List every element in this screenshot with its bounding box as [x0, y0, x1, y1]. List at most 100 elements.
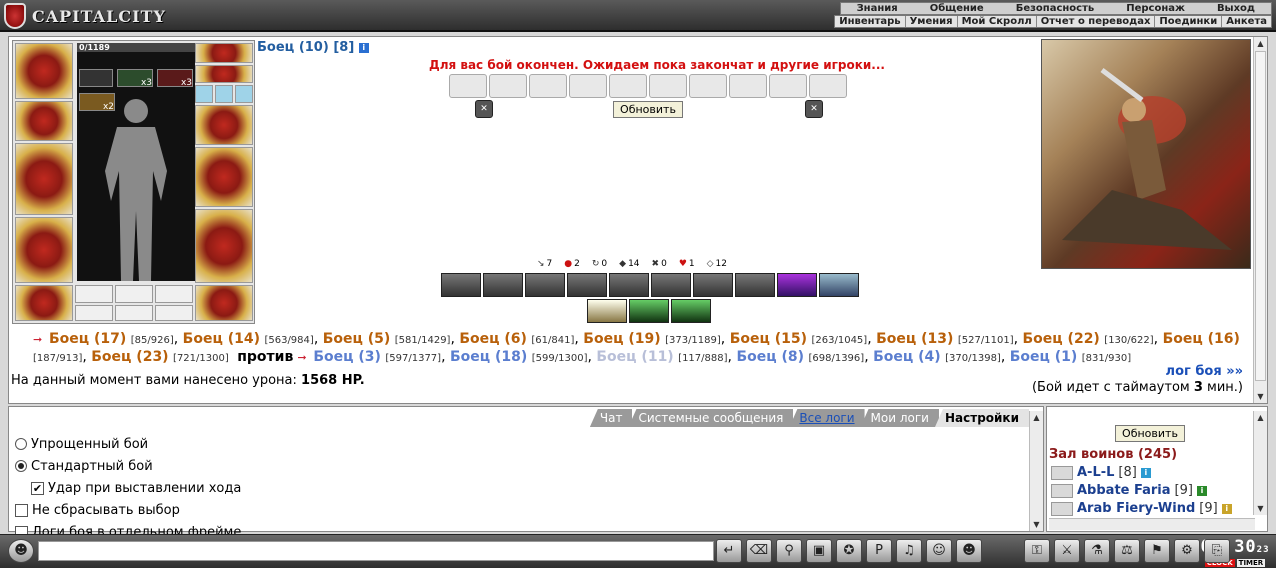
skill-button[interactable]	[819, 273, 859, 297]
scroll-slot[interactable]	[449, 74, 487, 98]
footer-9-icon[interactable]: ⚿	[1024, 539, 1050, 563]
subnav-1[interactable]: Умения	[906, 16, 958, 27]
tab-4[interactable]: Настройки	[934, 409, 1029, 427]
skill-button[interactable]	[441, 273, 481, 297]
scroll-slot[interactable]	[489, 74, 527, 98]
nav-4[interactable]: Выход	[1201, 3, 1271, 14]
effect-3[interactable]: x3	[157, 69, 193, 88]
skill-button[interactable]	[671, 299, 711, 323]
scroll-slot[interactable]	[569, 74, 607, 98]
scroll-down-icon[interactable]: ▼	[1254, 502, 1267, 515]
ring-slot-1[interactable]	[195, 85, 213, 103]
character-name[interactable]: Боец (10) [8] i	[257, 40, 369, 55]
footer-15-icon[interactable]: ⎘	[1204, 539, 1230, 563]
setting-option[interactable]: Упрощенный бой	[15, 433, 241, 455]
subnav-2[interactable]: Мой Скролл	[958, 16, 1037, 27]
fighter-name[interactable]: Боец (22)	[1023, 331, 1100, 347]
helmet-slot[interactable]	[15, 43, 73, 99]
subnav-0[interactable]: Инвентарь	[835, 16, 906, 27]
chat-input[interactable]	[38, 541, 714, 561]
scroll-thumb[interactable]	[1255, 51, 1266, 381]
skill-button[interactable]	[629, 299, 669, 323]
skill-button[interactable]	[567, 273, 607, 297]
fighter-name[interactable]: Боец (11)	[596, 349, 673, 365]
player-name[interactable]: A-L-L	[1077, 465, 1114, 480]
scroll-slot[interactable]	[729, 74, 767, 98]
player-row[interactable]: Arab Fiery-Wind [9] i	[1051, 501, 1232, 516]
footer-2-icon[interactable]: ⚲	[776, 539, 802, 563]
footer-10-icon[interactable]: ⚔	[1054, 539, 1080, 563]
scroll-slot[interactable]	[609, 74, 647, 98]
setting-option[interactable]: Стандартный бой	[15, 455, 241, 477]
fighter-name[interactable]: Боец (3)	[313, 349, 381, 365]
shield-slot[interactable]	[195, 147, 253, 207]
skill-button[interactable]	[693, 273, 733, 297]
footer-11-icon[interactable]: ⚗	[1084, 539, 1110, 563]
footer-14-icon[interactable]: ⚙	[1174, 539, 1200, 563]
footer-0-icon[interactable]: ↵	[716, 539, 742, 563]
skill-button[interactable]	[525, 273, 565, 297]
info-icon[interactable]: i	[1221, 503, 1232, 514]
skill-button[interactable]	[483, 273, 523, 297]
chat-avatar-icon[interactable]: ☻	[8, 539, 34, 563]
footer-6-icon[interactable]: ♫	[896, 539, 922, 563]
skill-button[interactable]	[777, 273, 817, 297]
footer-4-icon[interactable]: ✪	[836, 539, 862, 563]
radio-button[interactable]	[15, 438, 27, 450]
info-icon[interactable]: i	[358, 42, 369, 53]
fighter-name[interactable]: Боец (23)	[91, 349, 168, 365]
ring-slot-3[interactable]	[235, 85, 253, 103]
scroll-up-icon[interactable]: ▲	[1254, 37, 1267, 50]
subnav-4[interactable]: Поединки	[1155, 16, 1223, 27]
battle-log-link[interactable]: лог боя »»	[1166, 364, 1243, 379]
scroll-up-icon[interactable]: ▲	[1030, 411, 1043, 424]
scroll-slot[interactable]	[649, 74, 687, 98]
fighter-name[interactable]: Боец (8)	[736, 349, 804, 365]
scroll-slot[interactable]	[689, 74, 727, 98]
tab-3[interactable]: Мои логи	[860, 409, 939, 427]
nav-3[interactable]: Персонаж	[1110, 3, 1201, 14]
fighter-name[interactable]: Боец (14)	[183, 331, 260, 347]
nav-0[interactable]: Знания	[841, 3, 914, 14]
scroll-slot[interactable]	[529, 74, 567, 98]
slot-empty[interactable]	[115, 285, 153, 303]
checkbox[interactable]	[15, 503, 28, 517]
boots-slot[interactable]	[195, 285, 253, 321]
player-name[interactable]: Abbate Faria	[1077, 483, 1171, 498]
player-name[interactable]: Arab Fiery-Wind	[1077, 501, 1195, 516]
bracers-slot[interactable]	[15, 101, 73, 141]
fighter-name[interactable]: Боец (4)	[873, 349, 941, 365]
gloves-slot[interactable]	[195, 105, 253, 145]
footer-8-icon[interactable]: ☻	[956, 539, 982, 563]
scroll-slot[interactable]	[769, 74, 807, 98]
checkbox[interactable]: ✔	[31, 481, 44, 495]
tab-2[interactable]: Все логи	[789, 409, 865, 427]
effect-1[interactable]	[79, 69, 113, 87]
weapon-slot[interactable]	[15, 143, 73, 215]
fighter-name[interactable]: Боец (17)	[49, 331, 126, 347]
footer-5-icon[interactable]: P	[866, 539, 892, 563]
player-row[interactable]: Abbate Faria [9] i	[1051, 483, 1207, 498]
slot-empty[interactable]	[155, 285, 193, 303]
slot-empty[interactable]	[75, 285, 113, 303]
skill-button[interactable]	[609, 273, 649, 297]
radio-button[interactable]	[15, 460, 27, 472]
footer-7-icon[interactable]: ☺	[926, 539, 952, 563]
fighter-name[interactable]: Боец (16)	[1163, 331, 1240, 347]
slot-empty[interactable]	[155, 305, 193, 321]
skill-button[interactable]	[735, 273, 775, 297]
fighter-name[interactable]: Боец (6)	[459, 331, 527, 347]
player-row[interactable]: A-L-L [8] i	[1051, 465, 1151, 480]
nav-1[interactable]: Общение	[914, 3, 1000, 14]
fighter-name[interactable]: Боец (5)	[323, 331, 391, 347]
slot-empty[interactable]	[75, 305, 113, 321]
armor-slot[interactable]	[15, 217, 73, 283]
footer-3-icon[interactable]: ▣	[806, 539, 832, 563]
info-icon[interactable]: i	[1140, 467, 1151, 478]
tab-0[interactable]: Чат	[589, 409, 633, 427]
belt-slot[interactable]	[15, 285, 73, 321]
scroll-down-icon[interactable]: ▼	[1030, 518, 1043, 531]
skill-button[interactable]	[651, 273, 691, 297]
subnav-3[interactable]: Отчет о переводах	[1037, 16, 1156, 27]
slot-empty[interactable]	[115, 305, 153, 321]
